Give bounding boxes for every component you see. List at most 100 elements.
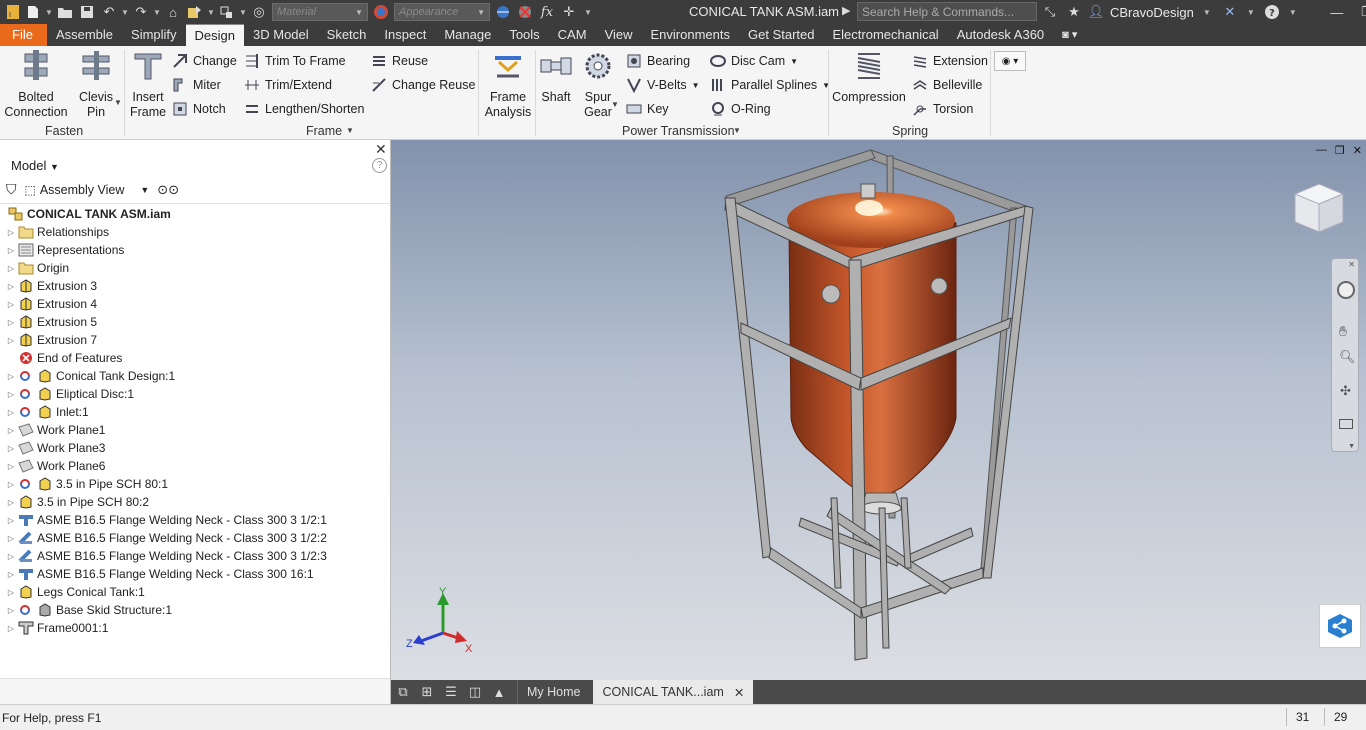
bearing-button[interactable]: Bearing	[626, 53, 690, 69]
select-icon[interactable]	[216, 1, 238, 23]
change-button[interactable]: Change	[172, 53, 237, 69]
steering-wheel-icon[interactable]	[1337, 281, 1355, 299]
expand-arrow-icon[interactable]: ▷	[6, 624, 16, 633]
open-icon[interactable]	[54, 1, 76, 23]
trim-extend-button[interactable]: Trim/Extend	[244, 77, 332, 93]
tree-node[interactable]: ▷ ASME B16.5 Flange Welding Neck - Class …	[0, 529, 327, 547]
minimize-icon[interactable]: —	[1324, 5, 1350, 20]
expand-arrow-icon[interactable]: ▷	[6, 588, 16, 597]
tree-node[interactable]: ▷ Relationships	[0, 223, 109, 241]
save-icon[interactable]	[76, 1, 98, 23]
close-icon[interactable]: ✕	[734, 685, 744, 700]
tab-assemble[interactable]: Assemble	[47, 24, 122, 46]
expand-arrow-icon[interactable]: ▷	[6, 264, 16, 273]
chevron-down-icon[interactable]: ▼	[120, 8, 130, 17]
tab-design[interactable]: Design	[185, 24, 245, 46]
tree-node[interactable]: ▷ ASME B16.5 Flange Welding Neck - Class …	[0, 511, 327, 529]
ribbon-panel-options-button[interactable]: ◉ ▾	[994, 51, 1026, 71]
help-icon[interactable]: ?	[372, 158, 387, 173]
chevron-down-icon[interactable]: ▼	[790, 57, 798, 66]
reuse-button[interactable]: Reuse	[371, 53, 428, 69]
browser-title[interactable]: Model ▼	[11, 158, 59, 173]
chevron-down-icon[interactable]: ▼	[692, 81, 700, 90]
expand-arrow-icon[interactable]: ▷	[6, 228, 16, 237]
redo-icon[interactable]: ↷	[130, 1, 152, 23]
adjust-appearance-icon[interactable]	[492, 1, 514, 23]
expand-arrow-icon[interactable]: ▷	[6, 318, 16, 327]
zoom-icon[interactable]: 🔍︎	[1339, 349, 1356, 365]
tree-node[interactable]: ▷ Eliptical Disc:1	[0, 385, 134, 403]
spur-gear-button[interactable]: Spur Gear	[580, 50, 616, 120]
user-name[interactable]: CBravoDesign	[1110, 5, 1194, 20]
tree-node[interactable]: End of Features	[0, 349, 122, 367]
expand-arrow-icon[interactable]: ▷	[6, 426, 16, 435]
tab-simplify[interactable]: Simplify	[122, 24, 186, 46]
tree-node[interactable]: ▷ Extrusion 7	[0, 331, 97, 349]
expand-arrow-icon[interactable]: ▷	[6, 552, 16, 561]
expand-arrow-icon[interactable]: ▷	[6, 462, 16, 471]
look-at-icon[interactable]	[1339, 419, 1353, 429]
tab-cam[interactable]: CAM	[549, 24, 596, 46]
chevron-down-icon[interactable]: ▼	[611, 100, 619, 109]
undo-icon[interactable]: ↶	[98, 1, 120, 23]
expand-arrow-icon[interactable]: ▷	[6, 534, 16, 543]
chevron-down-icon[interactable]: ▼	[114, 98, 122, 107]
expand-arrow-icon[interactable]: ▷	[6, 516, 16, 525]
shaft-button[interactable]: Shaft	[538, 50, 574, 105]
clevis-pin-button[interactable]: Clevis Pin	[76, 50, 116, 120]
torsion-button[interactable]: Torsion	[912, 101, 973, 117]
graphics-viewport[interactable]: — ❐ ✕ ✕ ✋︎ 🔍︎ ✣ ▼ Y Z X	[391, 140, 1366, 680]
insert-frame-button[interactable]: Insert Frame	[128, 50, 168, 120]
chevron-down-icon[interactable]: ▼	[140, 185, 149, 195]
tab-3d-model[interactable]: 3D Model	[244, 24, 318, 46]
tab-file[interactable]: File	[0, 24, 47, 46]
document-list-icon[interactable]: ▲	[487, 685, 511, 700]
appearance-dropdown[interactable]: Appearance ▼	[394, 3, 490, 21]
expand-arrow-icon[interactable]: ▷	[6, 570, 16, 579]
user-icon[interactable]: 👤︎	[1088, 1, 1105, 23]
tree-node[interactable]: ▷ Base Skid Structure:1	[0, 601, 172, 619]
tree-node[interactable]: ▷ ASME B16.5 Flange Welding Neck - Class …	[0, 547, 327, 565]
expand-arrow-icon[interactable]: ▷	[6, 444, 16, 453]
tab-my-home[interactable]: My Home	[517, 680, 589, 704]
close-icon[interactable]: ✕	[1353, 144, 1362, 157]
tree-node[interactable]: ▷ Extrusion 3	[0, 277, 97, 295]
tree-node[interactable]: ▷ Extrusion 5	[0, 313, 97, 331]
bolted-connection-button[interactable]: Bolted Connection	[4, 50, 68, 120]
pan-icon[interactable]: ✋︎	[1339, 323, 1347, 340]
tab-inspect[interactable]: Inspect	[375, 24, 435, 46]
expand-arrow-icon[interactable]: ▷	[6, 372, 16, 381]
tab-sketch[interactable]: Sketch	[318, 24, 376, 46]
tree-node[interactable]: ▷ ASME B16.5 Flange Welding Neck - Class …	[0, 565, 314, 583]
expand-arrow-icon[interactable]: ▷	[6, 282, 16, 291]
tree-node[interactable]: ▷ Work Plane6	[0, 457, 106, 475]
tree-node[interactable]: ▷ Work Plane3	[0, 439, 106, 457]
close-icon[interactable]: ✕	[375, 141, 387, 158]
tree-node[interactable]: ▷ Conical Tank Design:1	[0, 367, 175, 385]
tree-node[interactable]: ▷ Work Plane1	[0, 421, 106, 439]
compression-button[interactable]: Compression	[832, 50, 906, 105]
v-belts-button[interactable]: V-Belts ▼	[626, 77, 700, 93]
filter-icon[interactable]: ⛉	[6, 181, 17, 198]
expand-arrow-icon[interactable]: ▷	[6, 408, 16, 417]
key-button[interactable]: Key	[626, 101, 669, 117]
tab-electromechanical[interactable]: Electromechanical	[823, 24, 947, 46]
tree-node[interactable]: ▷ Representations	[0, 241, 124, 259]
tree-root[interactable]: CONICAL TANK ASM.iam	[0, 205, 171, 223]
expand-arrow-icon[interactable]: ▷	[6, 300, 16, 309]
restore-icon[interactable]: ❐	[1354, 4, 1366, 20]
cascade-windows-icon[interactable]: ⧉	[391, 684, 415, 700]
ribbon-options-icon[interactable]: ◙ ▾	[1053, 24, 1086, 46]
tab-environments[interactable]: Environments	[642, 24, 739, 46]
belleville-button[interactable]: Belleville	[912, 77, 982, 93]
orbit-icon[interactable]: ✣	[1340, 383, 1351, 399]
expand-arrow-icon[interactable]: ▷	[6, 606, 16, 615]
find-binoculars-icon[interactable]: ⊙⊙	[157, 182, 179, 198]
expand-arrow-icon[interactable]: ▷	[6, 480, 16, 489]
lengthen-shorten-button[interactable]: Lengthen/Shorten	[244, 101, 364, 117]
extension-button[interactable]: Extension	[912, 53, 988, 69]
notch-button[interactable]: Notch	[172, 101, 226, 117]
close-icon[interactable]: ✕	[1348, 260, 1355, 269]
expand-arrow-icon[interactable]: ▷	[6, 246, 16, 255]
minimize-icon[interactable]: —	[1316, 144, 1327, 157]
